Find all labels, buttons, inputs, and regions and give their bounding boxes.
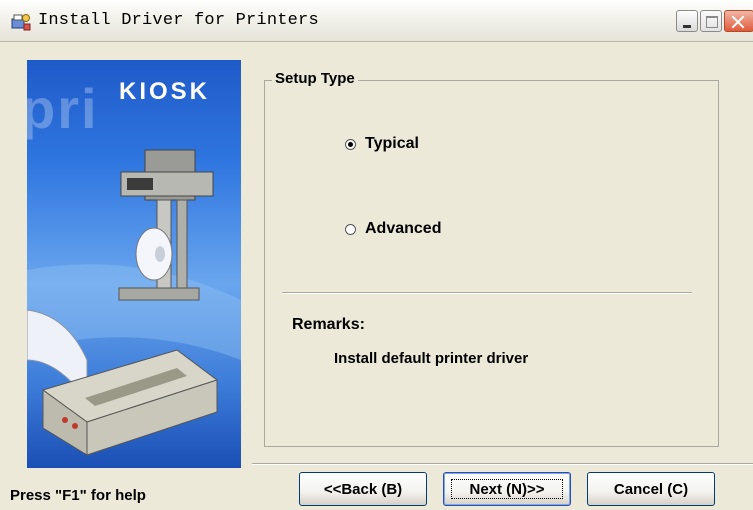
next-focus-ring (451, 479, 563, 499)
title-bar[interactable]: Install Driver for Printers (0, 0, 753, 42)
window-title: Install Driver for Printers (38, 11, 319, 30)
typical-option[interactable]: Typical (345, 135, 419, 153)
group-divider (282, 292, 692, 294)
maximize-button[interactable] (700, 10, 722, 32)
cancel-button-label: Cancel (C) (613, 480, 689, 498)
close-button[interactable] (724, 10, 753, 32)
advanced-radio[interactable] (345, 223, 356, 235)
back-button-label: <<Back (B) (323, 480, 403, 498)
remarks-text: Install default printer driver (334, 350, 529, 367)
setup-app-icon (11, 14, 31, 31)
setup-type-group (264, 80, 719, 447)
footer-divider (252, 463, 753, 465)
advanced-option[interactable]: Advanced (345, 220, 441, 238)
printer-illustration (27, 149, 241, 456)
typical-radio[interactable] (345, 138, 356, 150)
typical-label: Typical (365, 135, 419, 152)
setup-type-legend: Setup Type (272, 70, 358, 87)
minimize-button[interactable] (676, 10, 698, 32)
kiosk-printer-banner: pri KIOSK (27, 60, 241, 468)
remarks-label: Remarks: (292, 316, 365, 333)
back-button[interactable]: <<Back (B) (299, 472, 427, 506)
advanced-label: Advanced (365, 220, 442, 237)
next-button[interactable]: Next (N)>> (443, 472, 571, 506)
cancel-button[interactable]: Cancel (C) (587, 472, 715, 506)
help-hint: Press "F1" for help (10, 487, 146, 504)
